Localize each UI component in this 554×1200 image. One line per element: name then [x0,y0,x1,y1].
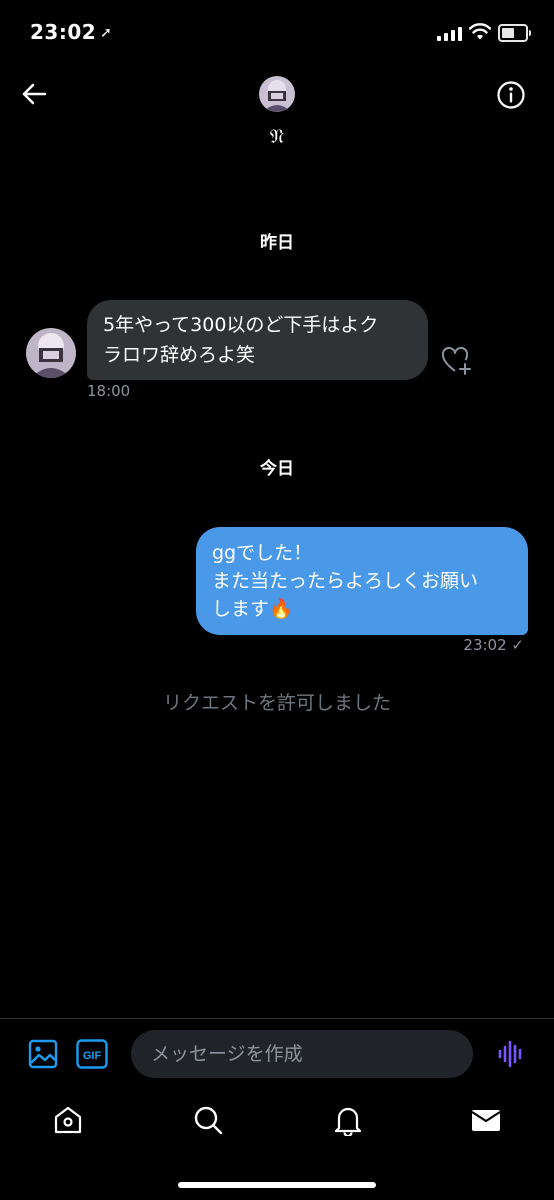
battery-icon [498,24,531,42]
info-icon[interactable] [496,80,526,110]
voice-message-icon[interactable] [497,1040,525,1068]
cellular-signal-icon [437,25,463,41]
read-check-icon: ✓ [511,636,524,654]
messages-icon[interactable] [470,1104,502,1136]
message-text-line: ggでした！ [212,542,313,564]
search-icon[interactable] [192,1104,224,1136]
date-separator-today: 今日 [260,459,294,479]
message-text-line: また当たったらよろしくお願い [212,570,479,592]
message-text-line: 5年やって300以のど下手はよク [103,314,379,336]
received-message-bubble[interactable]: 5年やって300以のど下手はよク ラロワ辞めろよ笑 [87,300,428,380]
message-text-line: します🔥 [212,598,293,620]
message-timestamp: 18:00 [87,382,131,400]
message-text-line: ラロワ辞めろよ笑 [103,344,256,366]
wifi-icon [469,23,491,40]
message-timestamp: 23:02 [463,636,507,654]
message-input[interactable] [131,1030,473,1078]
contact-name[interactable]: 𝔑 [0,124,554,148]
sent-timestamp: 23:02 ✓ [463,636,524,654]
back-arrow-icon[interactable] [20,80,48,108]
location-arrow-icon: ➚ [100,25,113,41]
gif-label: GIF [83,1050,102,1062]
date-separator-yesterday: 昨日 [260,233,294,253]
home-indicator[interactable] [178,1182,376,1188]
home-icon[interactable] [52,1104,84,1136]
status-time: 23:02 ➚ [30,20,113,44]
add-reaction-heart-icon[interactable] [441,345,473,377]
sender-avatar[interactable] [26,328,76,378]
sent-message-bubble[interactable]: ggでした！ また当たったらよろしくお願い します🔥 [196,527,528,635]
contact-avatar[interactable] [259,76,295,112]
image-icon[interactable] [27,1038,59,1070]
system-message: リクエストを許可しました [162,692,391,714]
gif-button[interactable]: GIF [76,1039,108,1069]
composer-divider [0,1018,554,1019]
notifications-icon[interactable] [332,1104,364,1136]
